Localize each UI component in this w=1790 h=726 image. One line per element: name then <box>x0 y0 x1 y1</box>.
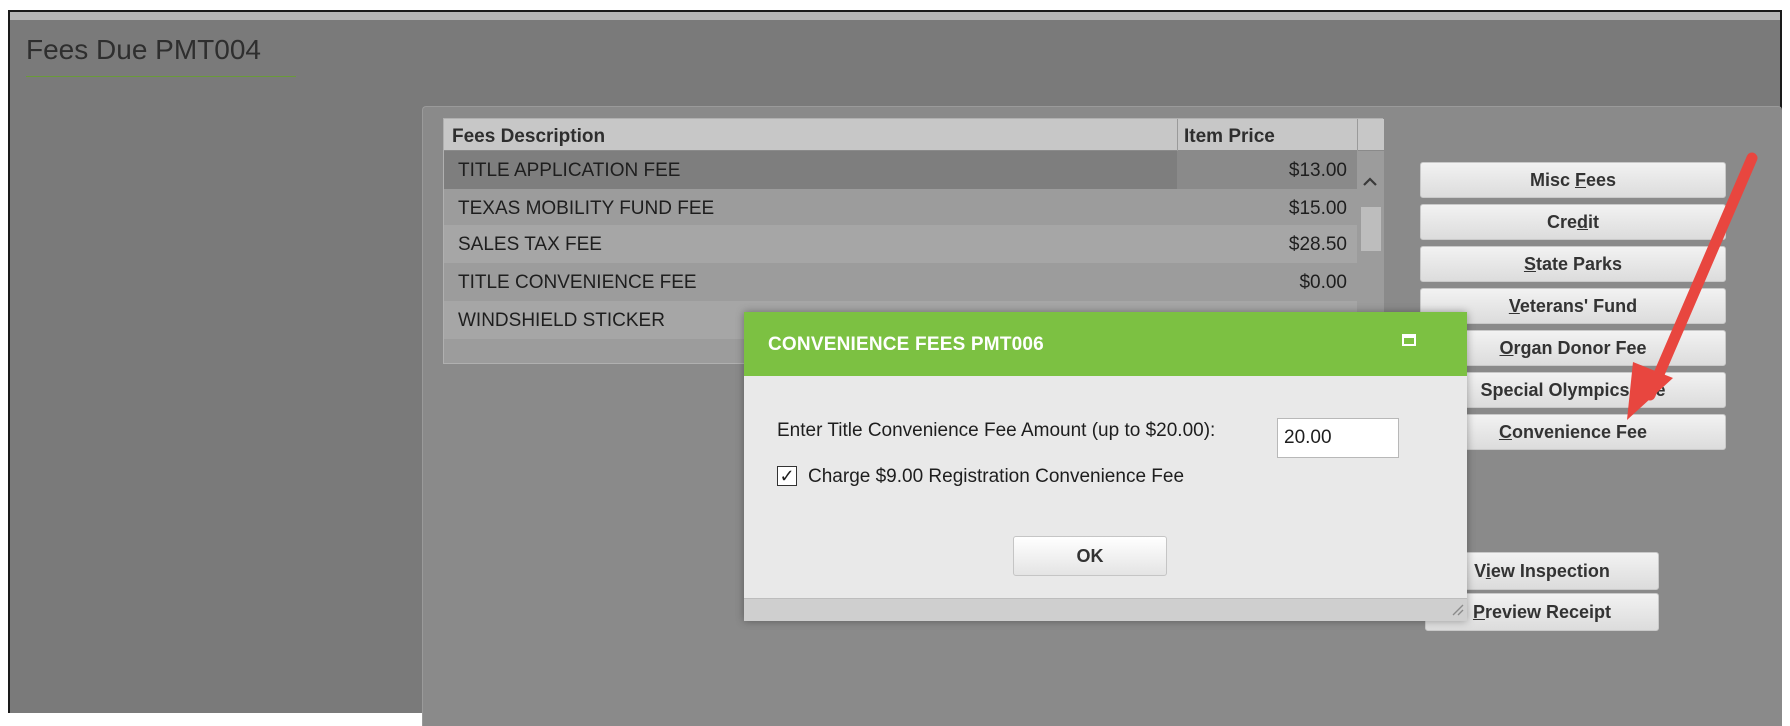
dialog-body: Enter Title Convenience Fee Amount (up t… <box>744 376 1467 598</box>
button-label: onvenience Fee <box>1511 422 1648 442</box>
button-shortcut: P <box>1472 602 1485 622</box>
column-header-price[interactable]: Item Price <box>1184 126 1275 148</box>
button-shortcut: V <box>1508 296 1520 316</box>
top-strip <box>10 12 1780 20</box>
price-cell: $28.50 <box>1177 225 1357 263</box>
registration-fee-checkbox[interactable]: ✓ <box>777 466 797 486</box>
table-row[interactable]: TEXAS MOBILITY FUND FEE $15.00 <box>444 189 1357 227</box>
price-cell: $0.00 <box>1177 263 1357 301</box>
column-separator <box>1357 119 1358 151</box>
button-label: it <box>1588 212 1599 232</box>
button-label: eterans' Fund <box>1519 296 1638 316</box>
button-label: ees <box>1585 170 1617 190</box>
button-shortcut: O <box>1499 338 1514 358</box>
row-price: $15.00 <box>1288 198 1347 219</box>
dialog-footer <box>744 598 1467 621</box>
row-description: TITLE APPLICATION FEE <box>458 160 681 181</box>
chevron-up-icon[interactable] <box>1359 171 1381 193</box>
maximize-icon[interactable] <box>1402 334 1416 346</box>
page-title: Fees Due PMT004 <box>26 34 261 65</box>
dialog-title: CONVENIENCE FEES PMT006 <box>768 334 1044 355</box>
checkbox-shortcut: g <box>849 466 860 487</box>
row-price: $28.50 <box>1288 234 1347 255</box>
fee-amount-input[interactable] <box>1277 418 1399 458</box>
state-parks-button[interactable]: State Parks <box>1420 246 1726 282</box>
row-price: $0.00 <box>1299 272 1347 293</box>
table-row[interactable]: SALES TAX FEE $28.50 <box>444 225 1357 263</box>
column-separator <box>1177 119 1178 151</box>
button-label: ew Inspection <box>1490 561 1610 581</box>
button-label: review Receipt <box>1484 602 1612 622</box>
table-row[interactable]: TITLE APPLICATION FEE $13.00 <box>444 151 1357 189</box>
ok-button[interactable]: OK <box>1013 536 1167 576</box>
table-row[interactable]: TITLE CONVENIENCE FEE $0.00 <box>444 263 1357 301</box>
button-label: Fee <box>1634 380 1666 400</box>
button-label: Special Olympics <box>1480 380 1635 400</box>
convenience-fees-dialog: CONVENIENCE FEES PMT006 Enter Title Conv… <box>744 312 1467 621</box>
button-shortcut: d <box>1577 212 1588 232</box>
column-header-description[interactable]: Fees Description <box>452 126 605 148</box>
row-description: TEXAS MOBILITY FUND FEE <box>458 198 715 219</box>
button-shortcut: C <box>1498 422 1512 442</box>
price-cell: $13.00 <box>1177 151 1357 189</box>
resize-grip-icon[interactable] <box>1450 602 1464 619</box>
row-price: $13.00 <box>1288 160 1347 181</box>
button-label: tate Parks <box>1535 254 1623 274</box>
row-description: TITLE CONVENIENCE FEE <box>458 272 697 293</box>
checkbox-label-part: Char <box>808 466 850 487</box>
fee-amount-label: Enter Title Convenience Fee Amount (up t… <box>777 420 1216 441</box>
button-label: rgan Donor Fee <box>1513 338 1647 358</box>
scroll-thumb[interactable] <box>1361 207 1381 251</box>
misc-fees-button[interactable]: Misc Fees <box>1420 162 1726 198</box>
dialog-header[interactable]: CONVENIENCE FEES PMT006 <box>744 312 1467 376</box>
button-shortcut: S <box>1523 254 1536 274</box>
row-description: WINDSHIELD STICKER <box>458 310 665 331</box>
title-underline <box>26 76 296 77</box>
row-description: SALES TAX FEE <box>458 234 602 255</box>
credit-button[interactable]: Credit <box>1420 204 1726 240</box>
button-label: Misc <box>1529 170 1575 190</box>
price-cell: $15.00 <box>1177 189 1357 227</box>
button-label: V <box>1474 561 1486 581</box>
grid-header: Fees Description Item Price <box>444 119 1384 151</box>
button-shortcut: F <box>1574 170 1586 190</box>
button-label: Cre <box>1546 212 1577 232</box>
checkbox-label-part: e $9.00 Registration Convenience Fee <box>859 466 1185 487</box>
registration-fee-checkbox-label[interactable]: Charge $9.00 Registration Convenience Fe… <box>808 466 1184 488</box>
